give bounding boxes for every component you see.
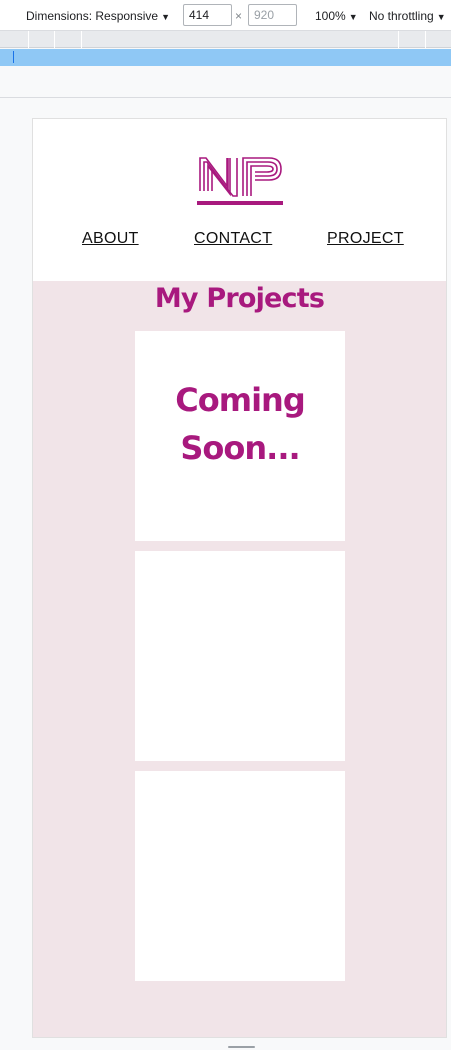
viewport-ruler[interactable] (0, 49, 451, 66)
projects-section: My Projects Coming Soon... (33, 281, 446, 1037)
zoom-dropdown[interactable]: 100% ▼ (315, 9, 358, 23)
width-input[interactable] (183, 4, 232, 26)
nav-link-project[interactable]: PROJECT (327, 230, 404, 248)
card-text: Coming Soon... (135, 376, 345, 472)
times-icon: × (235, 9, 243, 23)
throttle-label: No throttling (369, 9, 434, 23)
ruler-marker (13, 51, 14, 63)
card-text-line: Soon... (180, 429, 300, 467)
device-toolbar: Dimensions: Responsive▼ × 100%▼ No throt… (0, 0, 451, 31)
throttle-dropdown[interactable]: No throttling ▼ (369, 9, 446, 23)
caret-down-icon: ▼ (161, 12, 170, 22)
nav-link-about[interactable]: ABOUT (82, 230, 139, 248)
card-text-line: Coming (175, 381, 305, 419)
main-nav: ABOUT CONTACT PROJECT (33, 230, 446, 250)
media-query-divider (28, 31, 29, 48)
dimensions-label: Dimensions: Responsive (26, 9, 159, 23)
zoom-label: 100% (315, 9, 346, 23)
media-query-divider (81, 31, 82, 48)
caret-down-icon: ▼ (348, 12, 358, 22)
media-query-divider (398, 31, 399, 48)
caret-down-icon: ▼ (436, 12, 446, 22)
media-query-divider (54, 31, 55, 48)
toolbar-spacer (0, 66, 451, 98)
resize-handle[interactable] (228, 1046, 255, 1048)
media-query-divider (425, 31, 426, 48)
page-title: My Projects (154, 283, 325, 314)
site-header: ABOUT CONTACT PROJECT (33, 119, 446, 281)
project-card[interactable] (135, 551, 345, 761)
dimensions-dropdown[interactable]: Dimensions: Responsive ▼ (26, 9, 170, 23)
project-card[interactable]: Coming Soon... (135, 331, 345, 541)
nav-link-contact[interactable]: CONTACT (194, 230, 272, 248)
media-query-bar[interactable] (0, 31, 451, 48)
device-viewport: ABOUT CONTACT PROJECT My Projects Coming… (32, 118, 447, 1038)
np-logo-icon[interactable] (197, 156, 285, 206)
height-input[interactable] (248, 4, 297, 26)
project-card[interactable] (135, 771, 345, 981)
